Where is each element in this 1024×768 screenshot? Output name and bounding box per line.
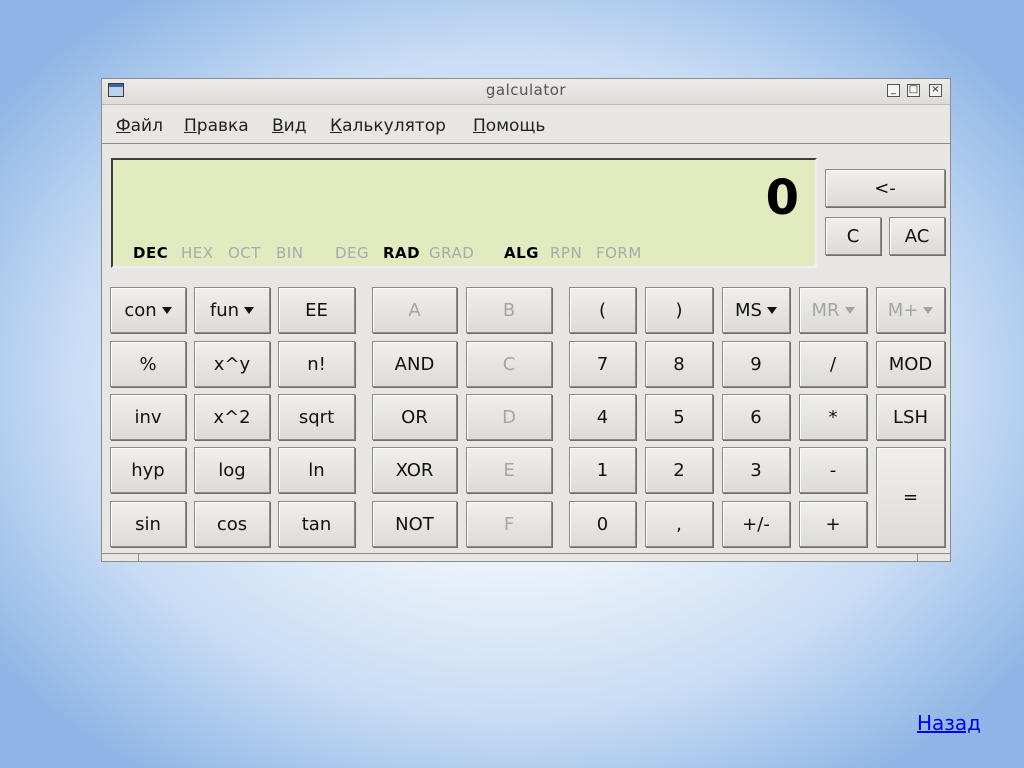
btn-7[interactable]: 7 bbox=[569, 341, 636, 387]
mode-dec[interactable]: DEC bbox=[133, 244, 168, 262]
backspace-button[interactable]: <- bbox=[825, 169, 945, 207]
btn-ln[interactable]: ln bbox=[278, 447, 355, 493]
ms-label: MS bbox=[735, 299, 762, 321]
btn-hex-a[interactable]: A bbox=[372, 287, 457, 333]
btn-mr[interactable]: MR bbox=[799, 287, 867, 333]
mode-hex[interactable]: HEX bbox=[181, 244, 214, 262]
mode-oct[interactable]: OCT bbox=[228, 244, 261, 262]
dropdown-arrow-icon bbox=[844, 306, 855, 314]
status-bar-tick bbox=[138, 553, 139, 561]
status-bar-tick bbox=[917, 553, 918, 561]
btn-and[interactable]: AND bbox=[372, 341, 457, 387]
btn-inv[interactable]: inv bbox=[110, 394, 186, 440]
btn-4[interactable]: 4 bbox=[569, 394, 636, 440]
dropdown-arrow-icon bbox=[766, 306, 777, 314]
status-bar-divider bbox=[102, 553, 950, 554]
btn-xpowy[interactable]: x^y bbox=[194, 341, 270, 387]
btn-ee[interactable]: EE bbox=[278, 287, 355, 333]
minimize-icon[interactable]: _ bbox=[887, 84, 900, 97]
btn-rparen[interactable]: ) bbox=[645, 287, 713, 333]
btn-0[interactable]: 0 bbox=[569, 501, 636, 547]
btn-equals[interactable]: = bbox=[876, 447, 945, 547]
btn-2[interactable]: 2 bbox=[645, 447, 713, 493]
mode-bin[interactable]: BIN bbox=[276, 244, 303, 262]
mode-rad[interactable]: RAD bbox=[383, 244, 420, 262]
btn-ms[interactable]: MS bbox=[722, 287, 790, 333]
btn-sqrt[interactable]: sqrt bbox=[278, 394, 355, 440]
window-title: galculator bbox=[485, 81, 567, 99]
mode-rpn[interactable]: RPN bbox=[550, 244, 582, 262]
display-panel: 0 DEC HEX OCT BIN DEG RAD GRAD ALG RPN F… bbox=[111, 158, 817, 268]
btn-not[interactable]: NOT bbox=[372, 501, 457, 547]
btn-lsh[interactable]: LSH bbox=[876, 394, 945, 440]
btn-subtract[interactable]: - bbox=[799, 447, 867, 493]
btn-mod[interactable]: MOD bbox=[876, 341, 945, 387]
btn-cos[interactable]: cos bbox=[194, 501, 270, 547]
btn-con[interactable]: con bbox=[110, 287, 186, 333]
mr-label: MR bbox=[811, 299, 840, 321]
btn-sign[interactable]: +/- bbox=[722, 501, 790, 547]
maximize-icon[interactable]: □ bbox=[907, 84, 920, 97]
close-icon[interactable]: × bbox=[929, 84, 942, 97]
mode-alg[interactable]: ALG bbox=[504, 244, 539, 262]
back-link[interactable]: Назад bbox=[917, 711, 981, 735]
display-value: 0 bbox=[765, 170, 799, 226]
btn-3[interactable]: 3 bbox=[722, 447, 790, 493]
mode-form[interactable]: FORM bbox=[596, 244, 642, 262]
btn-hex-b[interactable]: B bbox=[466, 287, 552, 333]
btn-hyp[interactable]: hyp bbox=[110, 447, 186, 493]
btn-fun[interactable]: fun bbox=[194, 287, 270, 333]
c-button[interactable]: C bbox=[825, 217, 881, 255]
btn-sin[interactable]: sin bbox=[110, 501, 186, 547]
mplus-label: M+ bbox=[887, 299, 919, 321]
btn-5[interactable]: 5 bbox=[645, 394, 713, 440]
btn-1[interactable]: 1 bbox=[569, 447, 636, 493]
fun-label: fun bbox=[209, 299, 240, 321]
btn-decimal[interactable]: , bbox=[645, 501, 713, 547]
menu-item-view[interactable]: Вид bbox=[272, 116, 306, 136]
btn-multiply[interactable]: * bbox=[799, 394, 867, 440]
title-bar: galculator _ □ × bbox=[102, 79, 950, 105]
btn-6[interactable]: 6 bbox=[722, 394, 790, 440]
menu-item-edit[interactable]: Правка bbox=[184, 116, 249, 136]
btn-percent[interactable]: % bbox=[110, 341, 186, 387]
btn-hex-f[interactable]: F bbox=[466, 501, 552, 547]
btn-tan[interactable]: tan bbox=[278, 501, 355, 547]
btn-9[interactable]: 9 bbox=[722, 341, 790, 387]
dropdown-arrow-icon bbox=[923, 306, 934, 314]
btn-add[interactable]: + bbox=[799, 501, 867, 547]
btn-hex-d[interactable]: D bbox=[466, 394, 552, 440]
dropdown-arrow-icon bbox=[161, 306, 172, 314]
btn-factorial[interactable]: n! bbox=[278, 341, 355, 387]
con-label: con bbox=[124, 299, 157, 321]
btn-mplus[interactable]: M+ bbox=[876, 287, 945, 333]
ac-button[interactable]: AC bbox=[889, 217, 945, 255]
menu-item-file[interactable]: Файл bbox=[116, 116, 163, 136]
dropdown-arrow-icon bbox=[244, 306, 255, 314]
btn-square[interactable]: x^2 bbox=[194, 394, 270, 440]
btn-lparen[interactable]: ( bbox=[569, 287, 636, 333]
menu-bar: Файл Правка Вид Калькулятор Помощь bbox=[102, 106, 950, 144]
mode-deg[interactable]: DEG bbox=[335, 244, 369, 262]
btn-xor[interactable]: XOR bbox=[372, 447, 457, 493]
menu-item-help[interactable]: Помощь bbox=[473, 116, 545, 136]
menu-item-calculator[interactable]: Калькулятор bbox=[330, 116, 446, 136]
btn-8[interactable]: 8 bbox=[645, 341, 713, 387]
btn-divide[interactable]: / bbox=[799, 341, 867, 387]
btn-or[interactable]: OR bbox=[372, 394, 457, 440]
btn-hex-c[interactable]: C bbox=[466, 341, 552, 387]
btn-log[interactable]: log bbox=[194, 447, 270, 493]
mode-grad[interactable]: GRAD bbox=[429, 244, 474, 262]
btn-hex-e[interactable]: E bbox=[466, 447, 552, 493]
galculator-window: galculator _ □ × Файл Правка Вид Калькул… bbox=[101, 78, 951, 562]
